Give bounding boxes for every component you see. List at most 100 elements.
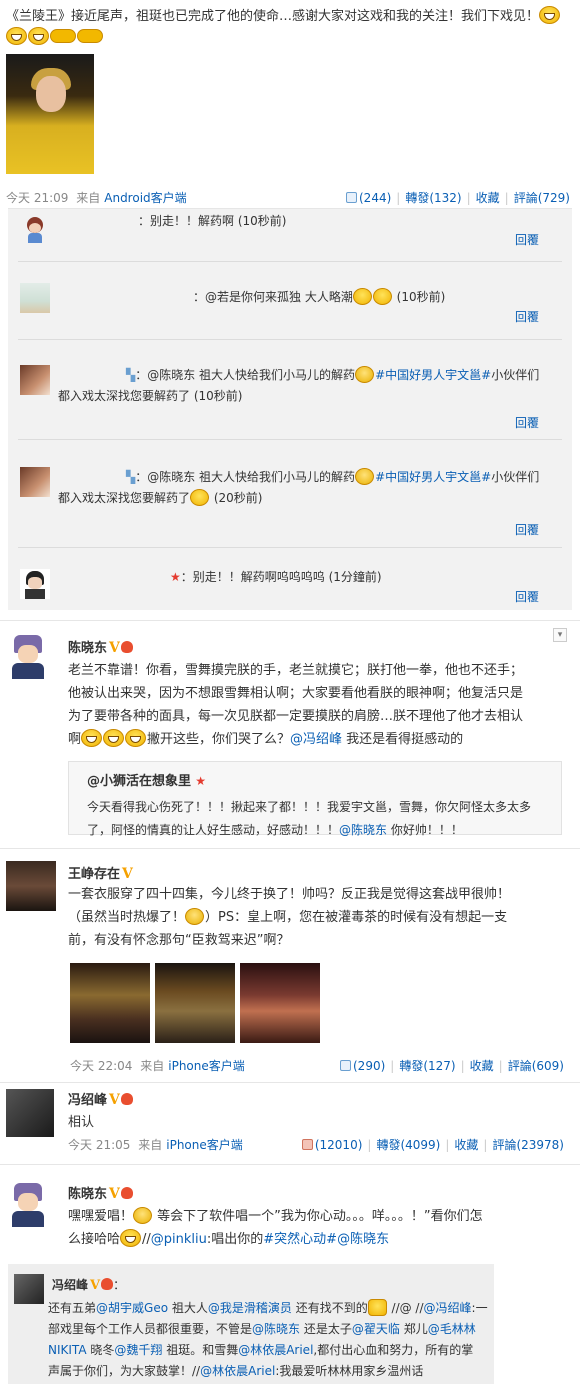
reply-button[interactable]: 回覆 bbox=[515, 414, 539, 431]
post-body: 一套衣服穿了四十四集，今儿终于换了！帅吗？反正我是觉得这套战甲很帅！ （虽然当时… bbox=[68, 887, 511, 948]
mention-link[interactable]: @魏千翔 bbox=[114, 1343, 162, 1357]
reply-button[interactable]: 回覆 bbox=[515, 231, 539, 248]
comment-button[interactable]: 評論(609) bbox=[508, 1059, 564, 1073]
post-body-line: 部戏里每个工作人员都很重要，不管是@陈晓东 还是太子@翟天临 郑儿@毛林林 bbox=[48, 1322, 476, 1336]
mention-link[interactable]: @林依晨Ariel bbox=[238, 1343, 313, 1357]
weibo-post: 陈晓东 V 嘿嘿爱唱！ 等会下了软件唱一个”我为你心动。。。咩。。。！”看你们怎 … bbox=[0, 1164, 580, 1260]
like-button[interactable]: (290) bbox=[340, 1059, 385, 1073]
grin-emoji-icon bbox=[103, 729, 125, 747]
mention-link[interactable]: @林依晨Ariel bbox=[200, 1364, 275, 1378]
comment-button[interactable]: 評論(729) bbox=[514, 191, 570, 205]
vip-badge-icon bbox=[120, 1187, 133, 1199]
vip-badge-icon bbox=[120, 1093, 133, 1105]
avatar[interactable] bbox=[6, 1179, 50, 1229]
mention-link[interactable]: @陈晓东 bbox=[339, 823, 387, 837]
favorite-button[interactable]: 收藏 bbox=[476, 191, 500, 205]
post-actions: (244) | 轉發(132) | 收藏 | 評論(729) bbox=[346, 189, 570, 206]
hashtag-link[interactable]: #中国好男人宇文邕# bbox=[375, 470, 491, 484]
post-image-thumbnail[interactable] bbox=[70, 963, 150, 1043]
handshake-icon bbox=[77, 29, 103, 43]
star-badge-icon: ★ bbox=[170, 570, 181, 584]
post-time[interactable]: 今天 21:09 bbox=[6, 191, 68, 205]
repost-button[interactable]: 轉發(127) bbox=[399, 1059, 455, 1073]
reply-button[interactable]: 回覆 bbox=[515, 308, 539, 325]
author-name[interactable]: 陈晓东 V bbox=[68, 637, 133, 656]
favorite-button[interactable]: 收藏 bbox=[470, 1059, 494, 1073]
comment-item: ★：别走！！解药啊呜呜呜呜 (1分鐘前) 回覆 bbox=[20, 565, 545, 605]
avatar[interactable] bbox=[20, 215, 50, 245]
post-actions: (12010) | 轉發(4099) | 收藏 | 評論(23978) bbox=[301, 1136, 564, 1153]
post-source-link[interactable]: iPhone客户端 bbox=[166, 1138, 243, 1152]
grin-emoji-icon bbox=[372, 288, 392, 305]
star-badge-icon: ★ bbox=[191, 774, 206, 788]
like-button[interactable]: (12010) bbox=[301, 1138, 362, 1152]
post-body-line: NIKITA 晓冬@魏千翔 祖珽。和雪舞@林依晨Ariel,都付出心血和努力，所… bbox=[48, 1343, 474, 1357]
repost-button[interactable]: 轉發(4099) bbox=[376, 1138, 440, 1152]
verified-v-icon: V bbox=[109, 1186, 120, 1202]
mention-link[interactable]: @毛林林 bbox=[428, 1322, 476, 1336]
avatar[interactable] bbox=[20, 569, 50, 599]
post-menu-dropdown[interactable]: ▾ bbox=[553, 628, 567, 642]
avatar[interactable] bbox=[20, 467, 50, 497]
author-name[interactable]: 王峥存在 V bbox=[68, 863, 133, 882]
sweat-emoji-icon bbox=[133, 1207, 153, 1224]
reply-button[interactable]: 回覆 bbox=[515, 521, 539, 538]
repost-author[interactable]: @小狮活在想象里 ★ bbox=[87, 770, 206, 789]
weibo-repost-quote: 冯绍峰 V： 还有五弟@胡宇威Geo 祖大人@我是滑稽演员 还有找不到的 //@ … bbox=[8, 1264, 494, 1384]
weibo-post: 王峥存在 V 一套衣服穿了四十四集，今儿终于换了！帅吗？反正我是觉得这套战甲很帅！… bbox=[0, 848, 580, 1078]
post-image-thumbnail[interactable] bbox=[155, 963, 235, 1043]
mention-link[interactable]: @翟天临 bbox=[352, 1322, 400, 1336]
post-body: 老兰不靠谱！你看，雪舞摸完朕的手，老兰就摸它；朕打他一拳，他也不还手； 他被认出… bbox=[68, 663, 524, 747]
like-button[interactable]: (244) bbox=[346, 191, 391, 205]
mention-link[interactable]: @胡宇威Geo bbox=[96, 1301, 168, 1315]
verified-v-icon: V bbox=[109, 1092, 120, 1108]
grin-emoji-icon bbox=[539, 6, 561, 24]
avatar[interactable] bbox=[20, 365, 50, 395]
hashtag-link[interactable]: #中国好男人宇文邕# bbox=[375, 368, 491, 382]
hashtag-link[interactable]: #突然心动# bbox=[263, 1232, 337, 1247]
verified-v-icon: V bbox=[109, 640, 120, 656]
comment-list: ：别走！！解药啊 (10秒前) 回覆 ：@若是你何来孤独 大人略潮 (10秒前)… bbox=[8, 208, 572, 610]
like-icon bbox=[346, 192, 357, 203]
comment-item: ：@若是你何来孤独 大人略潮 (10秒前) 回覆 bbox=[20, 279, 545, 324]
avatar[interactable] bbox=[20, 283, 50, 313]
cry-emoji-icon bbox=[355, 468, 375, 485]
repost-body: 今天看得我心伤死了！！！揪起来了都！！！我爱宇文邕，雪舞，你欠阿怪太多太多 了，… bbox=[87, 800, 532, 837]
post-source-link[interactable]: Android客户端 bbox=[104, 191, 186, 205]
post-body: 还有五弟@胡宇威Geo 祖大人@我是滑稽演员 还有找不到的 //@ //@冯绍峰… bbox=[48, 1298, 493, 1382]
mention-link[interactable]: @陈晓东 bbox=[252, 1322, 300, 1336]
repost-box: @小狮活在想象里 ★ 今天看得我心伤死了！！！揪起来了都！！！我爱宇文邕，雪舞，… bbox=[68, 761, 562, 837]
comment-button[interactable]: 評論(23978) bbox=[492, 1138, 564, 1152]
author-name[interactable]: 冯绍峰 V： bbox=[52, 1276, 125, 1293]
author-name[interactable]: 冯绍峰 V bbox=[68, 1089, 133, 1108]
grin-emoji-icon bbox=[120, 1229, 142, 1247]
avatar[interactable] bbox=[6, 1089, 54, 1137]
mention-link[interactable]: @陈晓东 bbox=[337, 1232, 389, 1247]
comment-item: ▚：@陈晓东 祖大人快给我们小马儿的解药 #中国好男人宇文邕#小伙伴们 都入戏太深找… bbox=[20, 463, 545, 537]
avatar[interactable] bbox=[6, 861, 56, 911]
mention-link[interactable]: @pinkliu bbox=[151, 1232, 207, 1247]
weibo-post-main: 《兰陵王》接近尾声，祖珽也已完成了他的使命…感谢大家对这戏和我的关注！我们下戏见… bbox=[0, 0, 580, 210]
reply-button[interactable]: 回覆 bbox=[515, 588, 539, 605]
mention-link[interactable]: @冯绍峰 bbox=[290, 732, 342, 747]
post-meta: 今天 22:04 来自 iPhone客户端 bbox=[70, 1059, 245, 1073]
post-body-line: 还有五弟@胡宇威Geo 祖大人@我是滑稽演员 还有找不到的 //@ //@冯绍峰… bbox=[48, 1299, 488, 1316]
like-icon bbox=[340, 1060, 351, 1071]
mention-link[interactable]: @我是滑稽演员 bbox=[208, 1301, 292, 1315]
post-photo[interactable] bbox=[6, 54, 94, 174]
repost-button[interactable]: 轉發(132) bbox=[405, 191, 461, 205]
grin-emoji-icon bbox=[81, 729, 103, 747]
weibo-post: 冯绍峰 V 相认 今天 21:05 来自 iPhone客户端 (12010) | 轉發(… bbox=[0, 1082, 580, 1156]
cry-emoji-icon bbox=[185, 908, 205, 925]
avatar[interactable] bbox=[14, 1274, 44, 1304]
post-image-thumbnail[interactable] bbox=[240, 963, 320, 1043]
favorite-button[interactable]: 收藏 bbox=[454, 1138, 478, 1152]
comment-item: ▚：@陈晓东 祖大人快给我们小马儿的解药 #中国好男人宇文邕#小伙伴们 都入戏太深找… bbox=[20, 361, 545, 431]
verified-v-icon: V bbox=[90, 1278, 101, 1293]
thinking-emoji-icon bbox=[190, 489, 210, 506]
avatar[interactable] bbox=[6, 629, 50, 681]
mention-link[interactable]: @冯绍峰 bbox=[424, 1301, 472, 1315]
mention-link[interactable]: NIKITA bbox=[48, 1343, 87, 1357]
post-source-link[interactable]: iPhone客户端 bbox=[168, 1059, 245, 1073]
author-name[interactable]: 陈晓东 V bbox=[68, 1183, 133, 1202]
